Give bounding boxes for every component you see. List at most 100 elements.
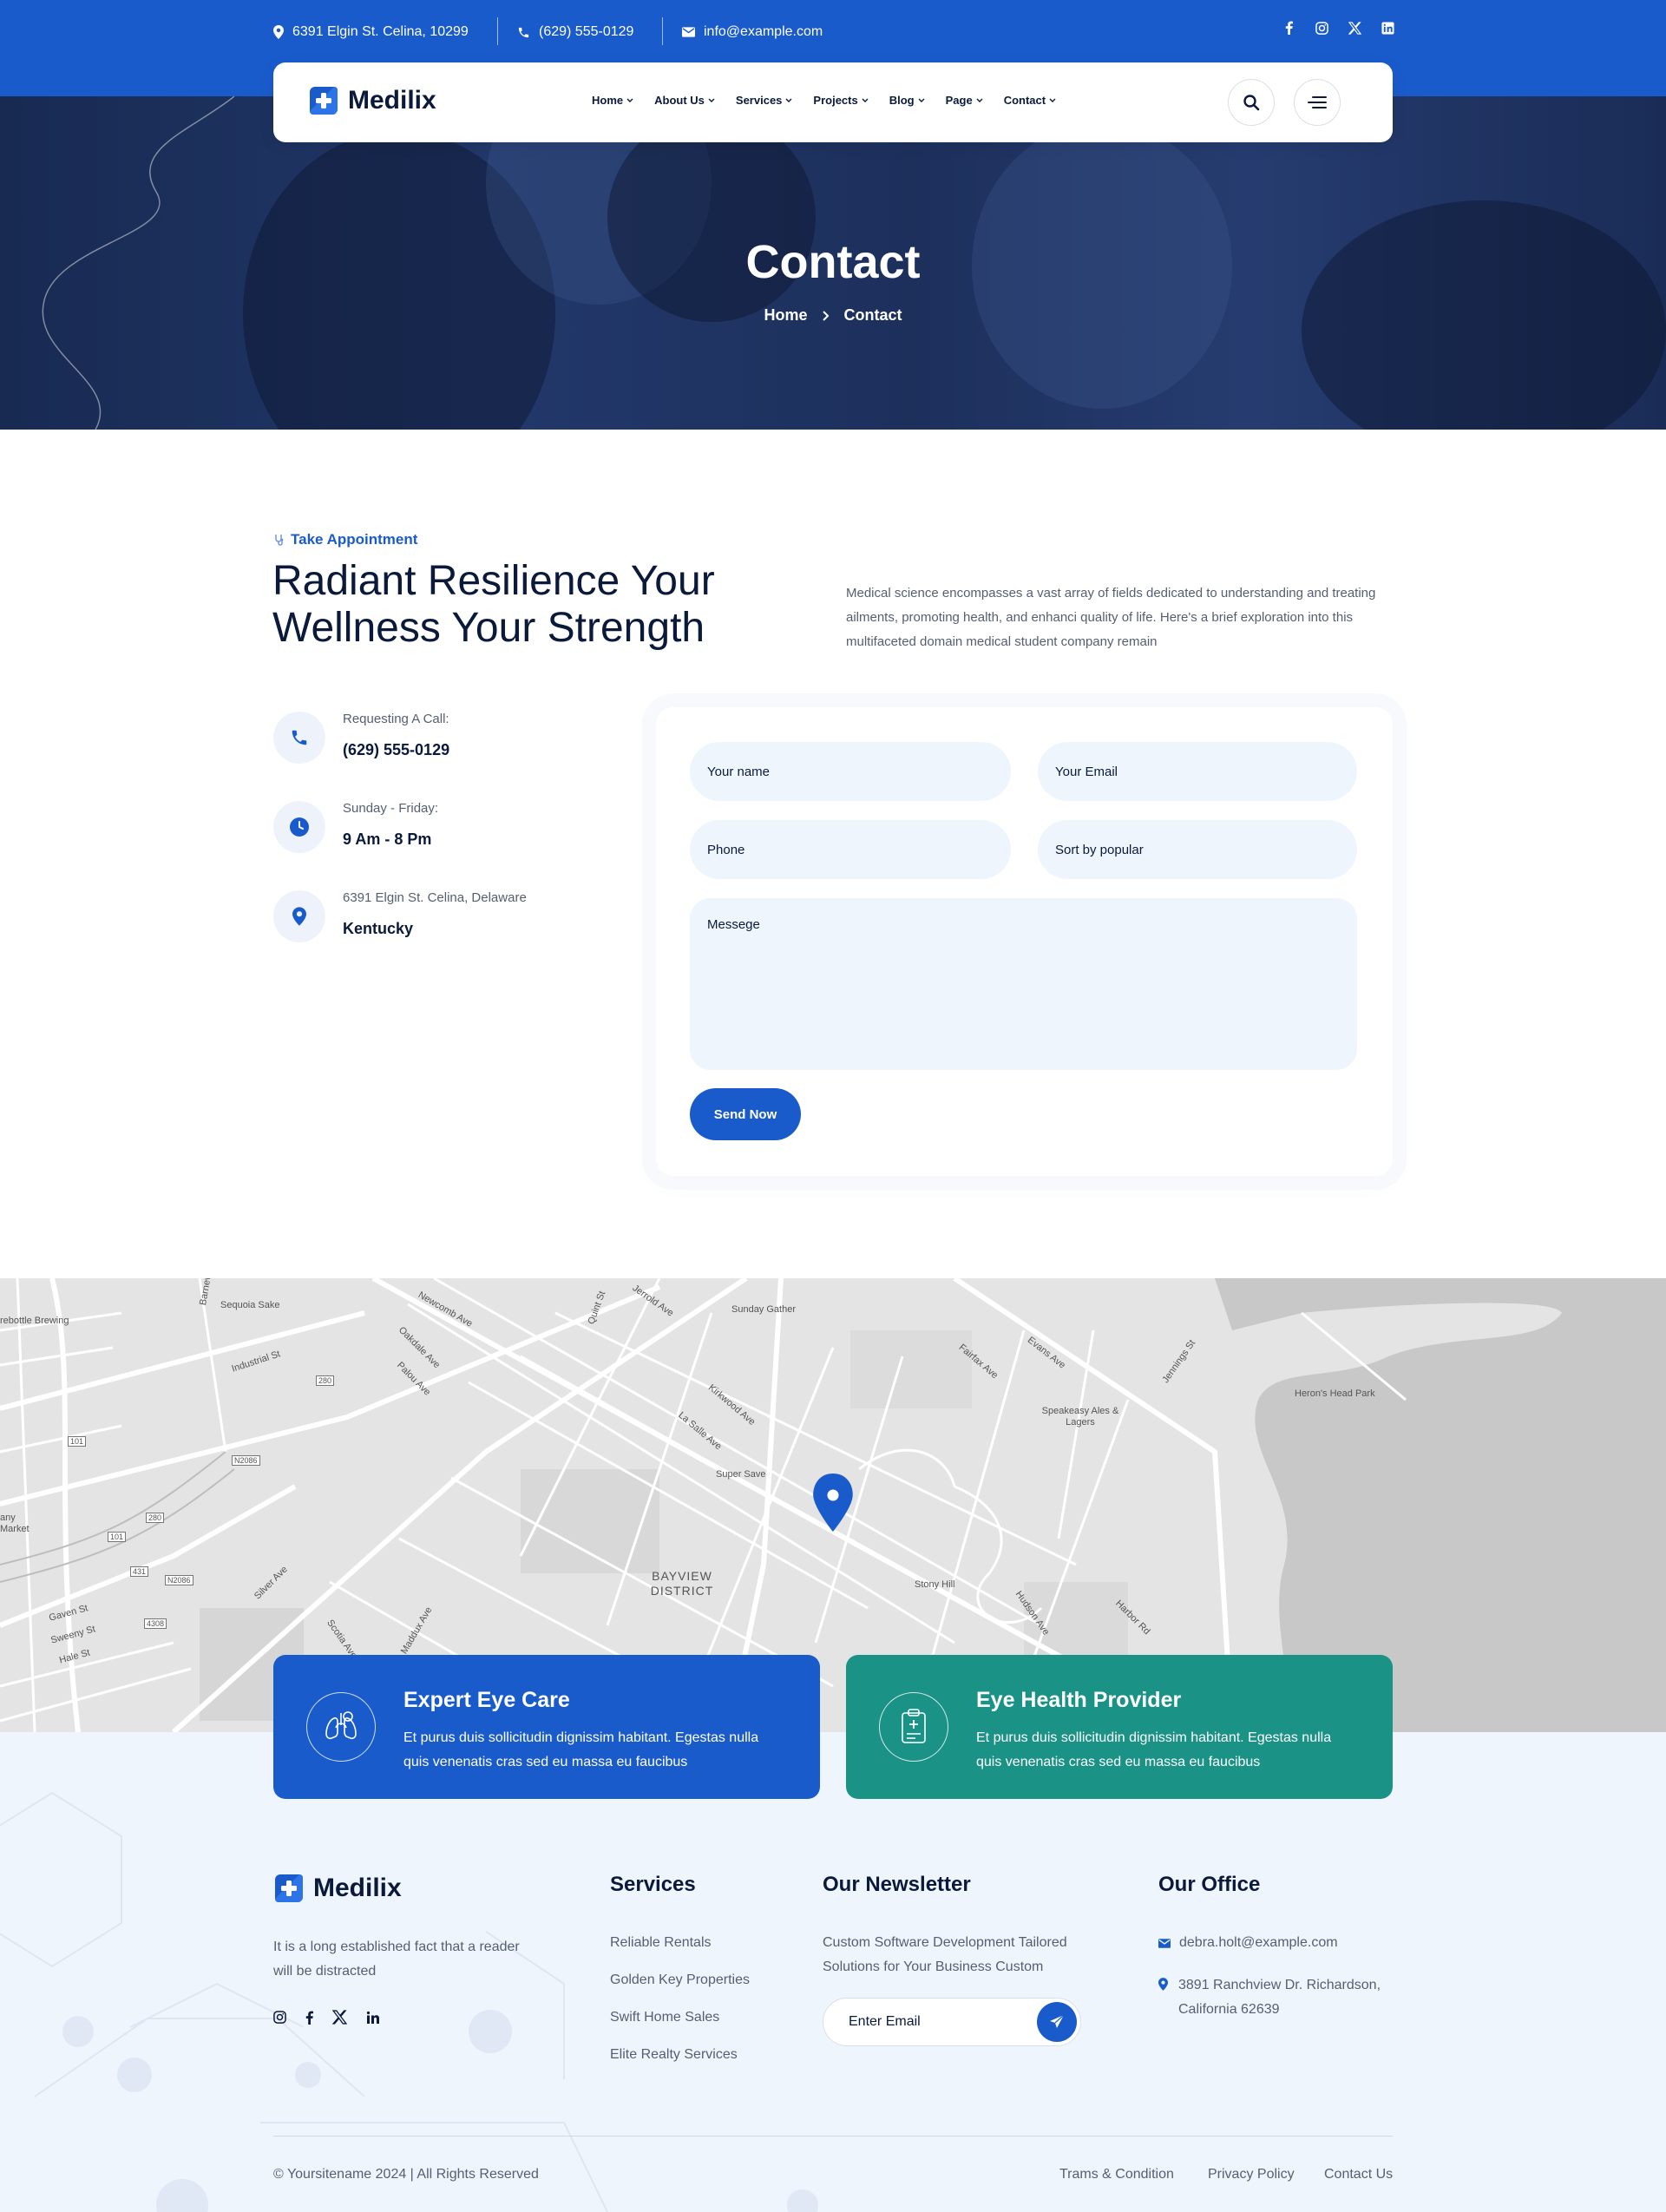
main-navigation-bar: Medilix Home About Us Services Projects …: [273, 62, 1393, 142]
breadcrumb-current: Contact: [843, 306, 902, 324]
contact-item-hours: Sunday - Friday: 9 Am - 8 Pm: [273, 801, 707, 862]
page-title: Contact: [745, 236, 921, 288]
section-lead-text: Medical science encompasses a vast array…: [846, 586, 1376, 649]
feature-description: Et purus duis sollicitudin dignissim hab…: [976, 1730, 1332, 1769]
office-address-text: 3891 Ranchview Dr. Richardson, Californi…: [1178, 1978, 1381, 2017]
phone-icon: [517, 26, 539, 39]
route-shield: 4308: [144, 1618, 167, 1629]
logo-text: Medilix: [348, 86, 436, 115]
route-shield: N2086: [165, 1575, 193, 1585]
hamburger-menu-icon: [1308, 96, 1327, 108]
stethoscope-icon: [275, 535, 284, 546]
map-label: Super Save: [716, 1469, 766, 1480]
topbar-phone-text: (629) 555-0129: [539, 24, 634, 39]
copyright-text: © Yoursitename 2024 | All Rights Reserve…: [273, 2167, 539, 2182]
contact-value[interactable]: (629) 555-0129: [343, 741, 449, 759]
footer-service-link[interactable]: Swift Home Sales: [610, 2010, 719, 2025]
medical-cross-logo-icon: [275, 1874, 303, 1902]
topbar-address-text: 6391 Elgin St. Celina, 10299: [292, 24, 469, 39]
footer-link-contact[interactable]: Contact Us: [1324, 2167, 1393, 2182]
nav-item-services[interactable]: Services: [736, 94, 793, 107]
footer-service-link[interactable]: Reliable Rentals: [610, 1935, 712, 1951]
nav-item-about-us[interactable]: About Us: [654, 94, 715, 107]
topbar-address: 6391 Elgin St. Celina, 10299: [273, 21, 469, 43]
nav-item-page[interactable]: Page: [946, 94, 983, 107]
footer-link-terms[interactable]: Trams & Condition: [1059, 2167, 1174, 2182]
feature-title: Eye Health Provider: [976, 1688, 1182, 1712]
route-shield: 431: [130, 1566, 149, 1577]
linkedin-icon[interactable]: [366, 2011, 380, 2025]
medical-cross-logo-icon: [310, 87, 338, 115]
nav-item-contact[interactable]: Contact: [1004, 94, 1056, 107]
contact-item-call: Requesting A Call: (629) 555-0129: [273, 712, 707, 772]
breadcrumb-home[interactable]: Home: [764, 306, 807, 325]
nav-item-projects[interactable]: Projects: [813, 94, 869, 107]
lungs-icon: [306, 1692, 376, 1762]
linkedin-icon[interactable]: [1381, 21, 1394, 35]
chevron-down-icon: [918, 98, 925, 102]
x-icon[interactable]: [332, 2010, 347, 2025]
map-label: Sunday Gather: [731, 1304, 796, 1315]
instagram-icon[interactable]: [1315, 21, 1328, 35]
footer-about-text: It is a long established fact that a rea…: [273, 1940, 520, 1979]
nav-item-home[interactable]: Home: [592, 94, 633, 107]
clock-icon: [273, 801, 325, 853]
section-heading: Radiant Resilience Your Wellness Your St…: [272, 558, 715, 651]
location-pin-icon: [273, 890, 325, 942]
chevron-right-icon: [822, 310, 830, 321]
feature-title: Expert Eye Care: [403, 1688, 570, 1712]
footer-service-link[interactable]: Elite Realty Services: [610, 2047, 738, 2063]
map-label: Speakeasy Ales & Lagers: [1041, 1406, 1119, 1428]
send-now-button[interactable]: Send Now: [690, 1088, 801, 1140]
phone-input[interactable]: Phone: [690, 820, 1011, 879]
contact-label: Sunday - Friday:: [343, 801, 439, 816]
x-icon[interactable]: [1348, 21, 1361, 35]
route-shield: 101: [108, 1532, 127, 1542]
chevron-down-icon: [1049, 98, 1056, 102]
menu-toggle-button[interactable]: [1294, 79, 1341, 126]
topbar-email[interactable]: info@example.com: [682, 21, 823, 43]
email-input[interactable]: Your Email: [1038, 742, 1357, 801]
feature-card-expert-eye-care[interactable]: Expert Eye Care Et purus duis sollicitud…: [273, 1655, 820, 1799]
chevron-down-icon: [862, 98, 869, 102]
search-button[interactable]: [1228, 79, 1275, 126]
footer-socials: [273, 2010, 380, 2025]
feature-card-eye-health-provider[interactable]: Eye Health Provider Et purus duis sollic…: [846, 1655, 1393, 1799]
chevron-down-icon: [708, 98, 715, 102]
facebook-icon[interactable]: [305, 2011, 313, 2025]
location-pin-icon: [1158, 1978, 1168, 1991]
instagram-icon[interactable]: [273, 2011, 286, 2024]
map-label: Sequoia Sake: [220, 1300, 280, 1310]
name-input[interactable]: Your name: [690, 742, 1011, 801]
route-shield: 101: [68, 1436, 87, 1447]
footer-service-link[interactable]: Golden Key Properties: [610, 1972, 750, 1988]
map-label: rebottle Brewing: [0, 1316, 69, 1326]
newsletter-email-placeholder: Enter Email: [849, 2014, 921, 2029]
footer-newsletter-text: Custom Software Development Tailored Sol…: [823, 1935, 1067, 1974]
primary-nav-menu: Home About Us Services Projects Blog Pag…: [592, 94, 1056, 107]
phone-icon: [273, 712, 325, 764]
topbar-phone[interactable]: (629) 555-0129: [517, 21, 633, 43]
location-map[interactable]: Sequoia Sake rebottle Brewing Barneveld …: [0, 1278, 1666, 1732]
footer-link-privacy[interactable]: Privacy Policy: [1208, 2167, 1295, 2182]
send-plane-icon: [1050, 2014, 1065, 2028]
contact-value: Kentucky: [343, 920, 414, 937]
footer-logo[interactable]: Medilix: [273, 1873, 402, 1904]
map-label: Heron's Head Park: [1295, 1388, 1375, 1399]
topbar-email-text: info@example.com: [704, 24, 823, 39]
contact-item-address: 6391 Elgin St. Celina, Delaware Kentucky: [273, 890, 707, 951]
newsletter-email-field[interactable]: Enter Email: [823, 1998, 1081, 2046]
newsletter-submit-button[interactable]: [1037, 2002, 1077, 2042]
sort-select[interactable]: Sort by popular: [1038, 820, 1357, 879]
chevron-down-icon: [785, 98, 792, 102]
page-hero-banner: Contact Home Contact: [0, 96, 1666, 430]
chevron-down-icon: [626, 98, 633, 102]
nav-item-blog[interactable]: Blog: [889, 94, 925, 107]
footer-office-email[interactable]: debra.holt@example.com: [1158, 1935, 1338, 1951]
logo-text: Medilix: [313, 1874, 402, 1902]
facebook-icon[interactable]: [1282, 21, 1295, 35]
message-textarea[interactable]: Messege: [690, 898, 1357, 1070]
section-tag: Take Appointment: [273, 531, 417, 548]
search-icon: [1243, 95, 1260, 111]
site-logo[interactable]: Medilix: [308, 85, 436, 116]
